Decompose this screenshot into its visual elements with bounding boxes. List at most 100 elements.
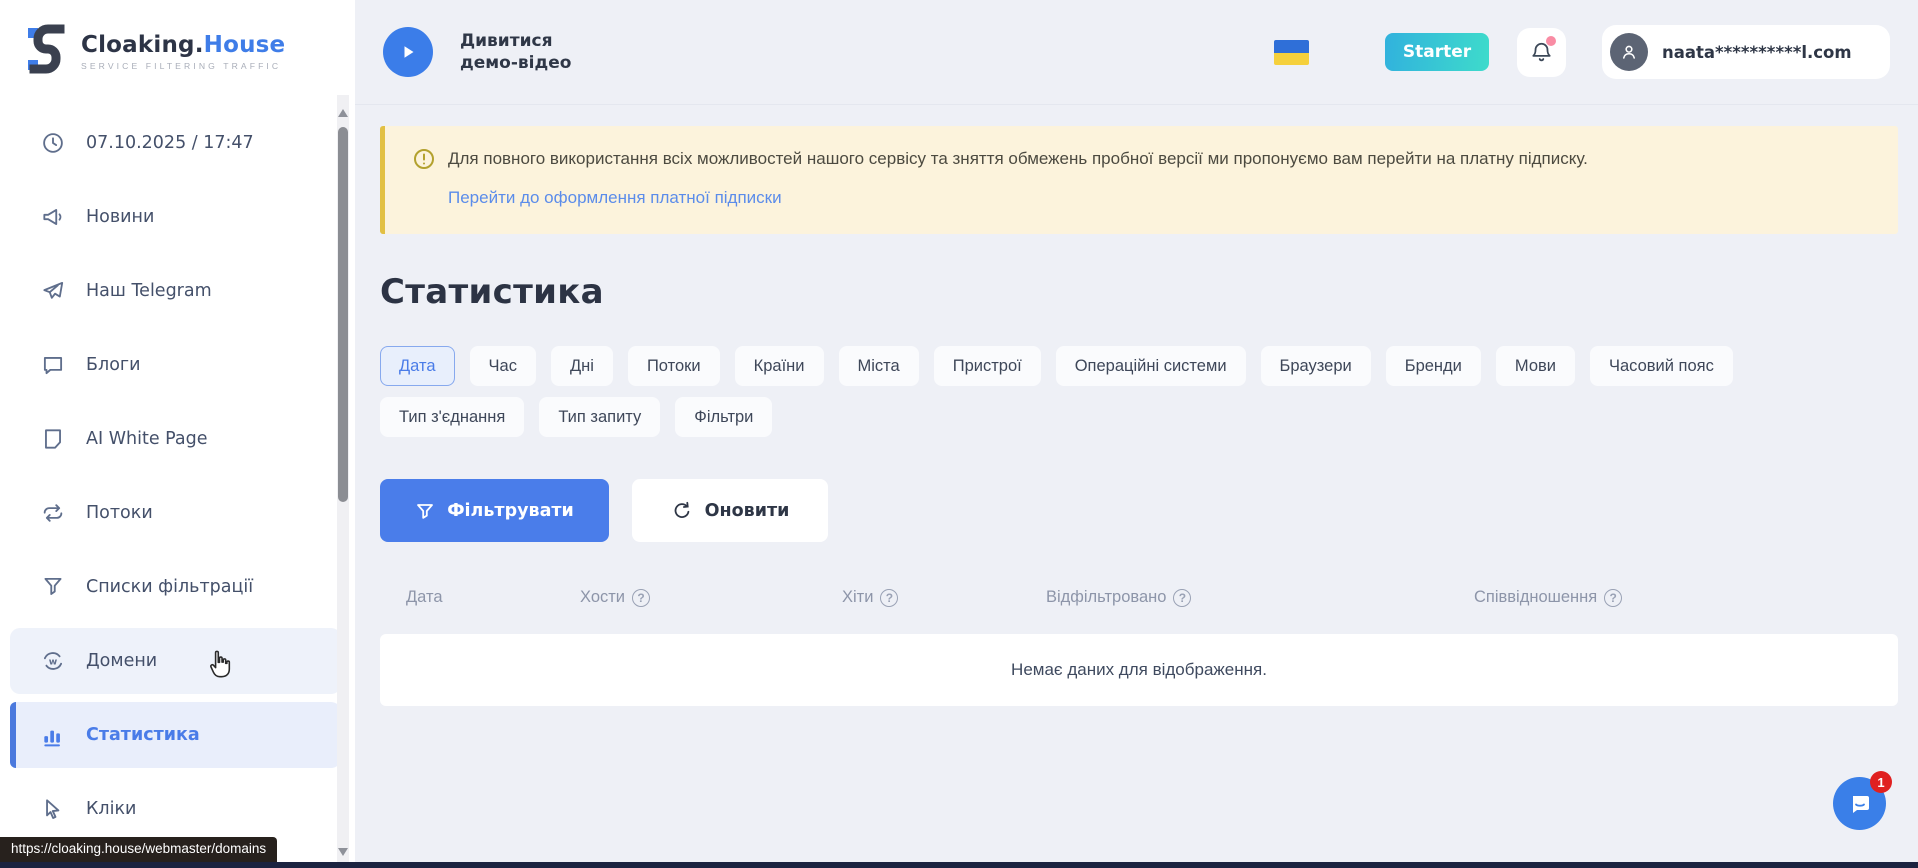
sidebar-item-label: Наш Telegram: [86, 281, 212, 301]
sidebar-item-news[interactable]: Новини: [10, 184, 341, 250]
domains-icon: w: [40, 648, 66, 674]
tab-date[interactable]: Дата: [380, 346, 455, 386]
scrollbar-up-arrow-icon[interactable]: [338, 109, 348, 117]
logo-text: Cloaking.House SERVICE FILTERING TRAFFIC: [81, 32, 285, 71]
bottom-edge-bar: [0, 862, 1918, 868]
tab-time[interactable]: Час: [470, 346, 536, 386]
filter-tabs-row2: Тип з'єднання Тип запиту Фільтри: [380, 397, 1898, 437]
sidebar-item-streams[interactable]: Потоки: [10, 480, 341, 546]
column-label: Хости: [580, 588, 625, 607]
demo-video-line1: Дивитися: [460, 30, 571, 52]
sidebar: Cloaking.House SERVICE FILTERING TRAFFIC…: [0, 0, 355, 868]
chat-widget-button[interactable]: 1: [1833, 777, 1886, 830]
language-flag-ukraine[interactable]: [1274, 40, 1309, 65]
user-account-button[interactable]: naata**********l.com: [1602, 25, 1890, 79]
column-label: Хіти: [842, 588, 873, 607]
tab-connection-type[interactable]: Тип з'єднання: [380, 397, 524, 437]
chat-smile-icon: [1846, 790, 1874, 818]
cursor-icon: [40, 796, 66, 822]
table-empty-state: Немає даних для відображення.: [380, 634, 1898, 706]
tab-languages[interactable]: Мови: [1496, 346, 1575, 386]
table-header: Дата Хости Хіти Відфільтровано Співвідно…: [380, 588, 1898, 610]
tab-streams[interactable]: Потоки: [628, 346, 720, 386]
play-icon: [399, 43, 417, 61]
refresh-button[interactable]: Оновити: [632, 479, 828, 542]
sidebar-item-blogs[interactable]: Блоги: [10, 332, 341, 398]
telegram-icon: [40, 278, 66, 304]
sidebar-item-label: Кліки: [86, 799, 136, 819]
chat-unread-badge: 1: [1870, 771, 1892, 793]
page-title: Статистика: [380, 272, 1898, 312]
topbar: Дивитися демо-відео Starter: [355, 0, 1918, 105]
sidebar-item-ai-white-page[interactable]: AI White Page: [10, 406, 341, 472]
demo-video-play-button[interactable]: [383, 27, 433, 77]
column-hits: Хіти: [842, 588, 898, 607]
column-label: Співвідношення: [1474, 588, 1597, 607]
column-hosts: Хости: [580, 588, 650, 607]
help-icon[interactable]: [1173, 589, 1191, 607]
sidebar-scrollbar[interactable]: [337, 95, 349, 868]
refresh-button-label: Оновити: [705, 501, 790, 521]
filter-button-label: Фільтрувати: [447, 501, 574, 521]
tab-days[interactable]: Дні: [551, 346, 613, 386]
tab-request-type[interactable]: Тип запиту: [539, 397, 660, 437]
sidebar-item-label: Списки фільтрації: [86, 577, 253, 597]
tab-operating-systems[interactable]: Операційні системи: [1056, 346, 1246, 386]
demo-video-line2: демо-відео: [460, 52, 571, 74]
trial-warning-banner: Для повного використання всіх можливосте…: [380, 126, 1898, 234]
scrollbar-down-arrow-icon[interactable]: [338, 848, 348, 856]
sidebar-nav: 07.10.2025 / 17:47 Новини Наш Telegram Б…: [0, 110, 355, 850]
banner-text: Для повного використання всіх можливосте…: [448, 146, 1588, 172]
bar-chart-icon: [40, 722, 66, 748]
filter-tabs-row1: Дата Час Дні Потоки Країни Міста Пристро…: [380, 346, 1898, 386]
logo-tagline: SERVICE FILTERING TRAFFIC: [81, 61, 285, 71]
column-filtered: Відфільтровано: [1046, 588, 1191, 607]
empty-state-message: Немає даних для відображення.: [1011, 660, 1267, 680]
topbar-right: Starter naata**********l.com: [1274, 25, 1890, 79]
notifications-button[interactable]: [1517, 28, 1566, 77]
sidebar-item-label: Блоги: [86, 355, 140, 375]
funnel-icon: [415, 501, 435, 521]
sidebar-item-label: 07.10.2025 / 17:47: [86, 133, 254, 153]
demo-video-label[interactable]: Дивитися демо-відео: [460, 30, 571, 74]
notification-dot: [1546, 36, 1556, 46]
refresh-icon: [671, 500, 693, 522]
app-root: Cloaking.House SERVICE FILTERING TRAFFIC…: [0, 0, 1918, 868]
clock-icon: [40, 130, 66, 156]
flag-blue-stripe: [1274, 40, 1309, 53]
sidebar-item-domains[interactable]: w Домени: [10, 628, 341, 694]
user-email: naata**********l.com: [1662, 43, 1852, 62]
status-bar-url: https://cloaking.house/webmaster/domains: [0, 837, 277, 862]
sidebar-item-filter-lists[interactable]: Списки фільтрації: [10, 554, 341, 620]
tab-countries[interactable]: Країни: [735, 346, 824, 386]
plan-badge-button[interactable]: Starter: [1385, 33, 1489, 71]
help-icon[interactable]: [1604, 589, 1622, 607]
filter-button[interactable]: Фільтрувати: [380, 479, 609, 542]
person-icon: [1618, 41, 1640, 63]
column-ratio: Співвідношення: [1474, 588, 1622, 607]
sidebar-item-label: Статистика: [86, 725, 200, 745]
sidebar-item-telegram[interactable]: Наш Telegram: [10, 258, 341, 324]
column-label: Дата: [406, 588, 443, 607]
logo[interactable]: Cloaking.House SERVICE FILTERING TRAFFIC: [0, 0, 355, 78]
action-buttons: Фільтрувати Оновити: [380, 479, 1898, 542]
streams-icon: [40, 500, 66, 526]
tab-cities[interactable]: Міста: [839, 346, 919, 386]
page-icon: [40, 426, 66, 452]
help-icon[interactable]: [632, 589, 650, 607]
main-area: Дивитися демо-відео Starter: [355, 0, 1918, 868]
tab-devices[interactable]: Пристрої: [934, 346, 1041, 386]
scrollbar-thumb[interactable]: [338, 127, 348, 502]
tab-filters[interactable]: Фільтри: [675, 397, 772, 437]
sidebar-item-statistics[interactable]: Статистика: [10, 702, 341, 768]
sidebar-item-label: Потоки: [86, 503, 153, 523]
help-icon[interactable]: [880, 589, 898, 607]
content: Для повного використання всіх можливосте…: [355, 105, 1918, 706]
subscription-link[interactable]: Перейти до оформлення платної підписки: [448, 188, 782, 208]
flag-yellow-stripe: [1274, 53, 1309, 65]
tab-timezone[interactable]: Часовий пояс: [1590, 346, 1733, 386]
sidebar-item-clicks[interactable]: Кліки: [10, 776, 341, 842]
logo-text-accent: House: [204, 32, 286, 58]
tab-browsers[interactable]: Браузери: [1261, 346, 1371, 386]
tab-brands[interactable]: Бренди: [1386, 346, 1481, 386]
